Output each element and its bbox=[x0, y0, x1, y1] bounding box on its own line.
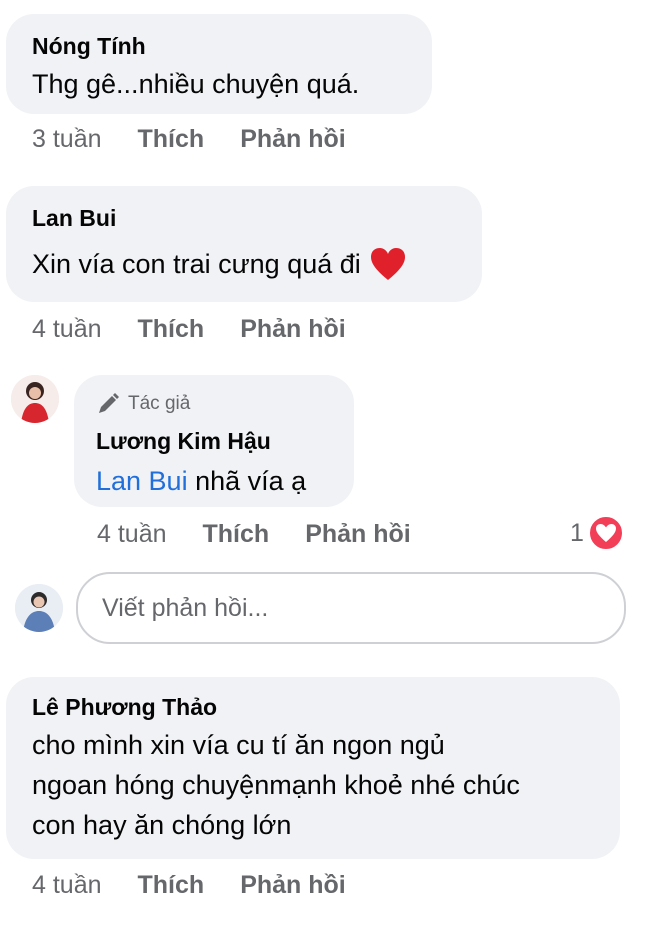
commenter-name[interactable]: Lương Kim Hậu bbox=[96, 427, 354, 455]
comment-text-line: con hay ăn chóng lớn bbox=[32, 810, 292, 840]
like-button[interactable]: Thích bbox=[138, 315, 205, 344]
comment-text: Lan Bui nhã vía ạ bbox=[96, 461, 354, 501]
comment-bubble: Lê Phương Thảo cho mình xin vía cu tí ăn… bbox=[6, 677, 620, 859]
comment-text-line: cho mình xin vía cu tí ăn ngon ngủ bbox=[32, 730, 445, 760]
comment-text: cho mình xin vía cu tí ăn ngon ngủ ngoan… bbox=[32, 725, 620, 845]
reply-button[interactable]: Phản hồi bbox=[240, 125, 346, 154]
author-badge-label: Tác giả bbox=[128, 393, 191, 414]
comment-bubble: Lan Bui Xin vía con trai cưng quá đi bbox=[6, 186, 482, 302]
reaction-summary[interactable]: 1 bbox=[570, 515, 624, 551]
comment-meta: 3 tuần Thích Phản hồi bbox=[32, 122, 346, 156]
user-avatar[interactable] bbox=[15, 584, 63, 632]
comment-text-content: nhã vía ạ bbox=[187, 466, 307, 496]
comment-meta: 4 tuần Thích Phản hồi bbox=[32, 868, 346, 902]
mention-link[interactable]: Lan Bui bbox=[96, 466, 188, 496]
author-badge: Tác giả bbox=[96, 391, 354, 417]
like-button[interactable]: Thích bbox=[138, 125, 205, 154]
comment-meta: 4 tuần Thích Phản hồi bbox=[97, 517, 411, 551]
comment-text: Thg gê...nhiều chuyện quá. bbox=[32, 69, 360, 99]
comment-time[interactable]: 4 tuần bbox=[32, 315, 102, 344]
comment-text-line: ngoan hóng chuyệnmạnh khoẻ nhé chúc bbox=[32, 770, 520, 800]
like-button[interactable]: Thích bbox=[203, 520, 270, 549]
reply-button[interactable]: Phản hồi bbox=[305, 520, 411, 549]
heart-emoji-icon bbox=[370, 248, 405, 280]
comment-text-content: Xin vía con trai cưng quá đi bbox=[32, 249, 361, 279]
reply-button[interactable]: Phản hồi bbox=[240, 871, 346, 900]
comment-text: Xin vía con trai cưng quá đi bbox=[32, 244, 482, 284]
love-reaction-icon bbox=[587, 515, 624, 551]
comment-time[interactable]: 4 tuần bbox=[32, 871, 102, 900]
author-avatar-image bbox=[11, 375, 59, 423]
user-avatar-image bbox=[15, 584, 63, 632]
author-reply-bubble: Tác giả Lương Kim Hậu Lan Bui nhã vía ạ bbox=[74, 375, 354, 507]
reaction-count: 1 bbox=[570, 518, 584, 547]
pencil-icon bbox=[99, 393, 119, 413]
comment-bubble: Nóng Tính Thg gê...nhiều chuyện quá. bbox=[6, 14, 432, 114]
comment-time[interactable]: 4 tuần bbox=[97, 520, 167, 549]
comment-meta: 4 tuần Thích Phản hồi bbox=[32, 312, 346, 346]
like-button[interactable]: Thích bbox=[138, 871, 205, 900]
author-avatar[interactable] bbox=[11, 375, 59, 423]
commenter-name[interactable]: Lan Bui bbox=[32, 204, 482, 232]
comment-time[interactable]: 3 tuần bbox=[32, 125, 102, 154]
commenter-name[interactable]: Lê Phương Thảo bbox=[32, 693, 620, 721]
reply-input[interactable]: Viết phản hồi... bbox=[76, 572, 626, 644]
reply-input-placeholder: Viết phản hồi... bbox=[102, 593, 269, 622]
commenter-name[interactable]: Nóng Tính bbox=[32, 32, 432, 60]
reply-button[interactable]: Phản hồi bbox=[240, 315, 346, 344]
